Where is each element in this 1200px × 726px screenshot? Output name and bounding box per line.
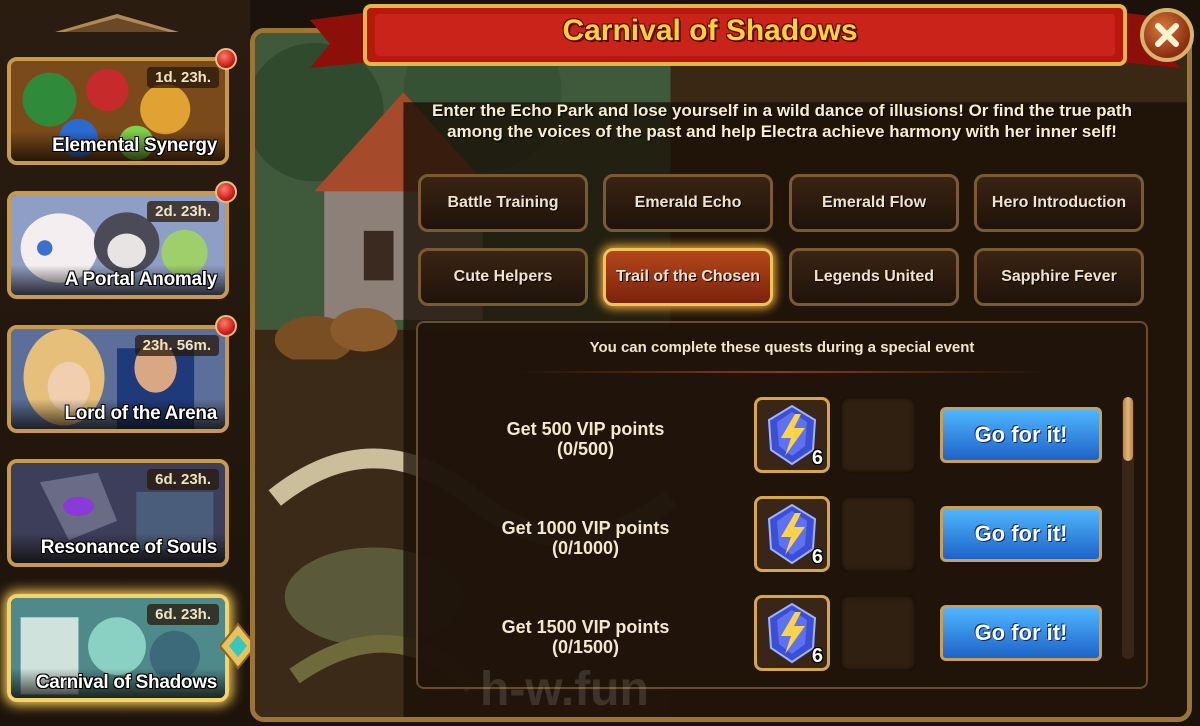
scrollbar-thumb[interactable] xyxy=(1123,397,1133,461)
go-for-it-button[interactable]: Go for it! xyxy=(940,605,1102,661)
quest-progress: (0/1000) xyxy=(551,538,620,558)
close-x-icon xyxy=(1155,23,1179,47)
reward-quantity: 6 xyxy=(811,645,823,667)
quest-title: Get 1000 VIP points xyxy=(501,518,670,538)
event-card-carnival-of-shadows[interactable]: 6d. 23h. Carnival of Shadows xyxy=(7,594,229,702)
watermark: h-w.fun xyxy=(480,663,649,716)
tab-emerald-echo[interactable]: Emerald Echo xyxy=(603,174,773,232)
quest-description: Get 1500 VIP points (0/1500) xyxy=(458,617,713,657)
go-for-it-button[interactable]: Go for it! xyxy=(940,407,1102,463)
event-title: Carnival of Shadows xyxy=(11,668,225,698)
notification-dot-icon xyxy=(215,315,237,337)
quest-list-header: You can complete these quests during a s… xyxy=(589,339,975,356)
quest-description: Get 1000 VIP points (0/1000) xyxy=(458,518,713,558)
scroll-up-arrow-icon[interactable] xyxy=(55,12,179,34)
close-button[interactable] xyxy=(1140,8,1194,62)
tab-trail-of-the-chosen[interactable]: Trail of the Chosen xyxy=(603,248,773,306)
tab-legends-united[interactable]: Legends United xyxy=(789,248,959,306)
reward-slot[interactable]: 6 xyxy=(754,595,830,671)
quest-description: Get 500 VIP points (0/500) xyxy=(458,419,713,459)
go-for-it-button[interactable]: Go for it! xyxy=(940,506,1102,562)
tab-hero-introduction[interactable]: Hero Introduction xyxy=(974,174,1144,232)
tab-sapphire-fever[interactable]: Sapphire Fever xyxy=(974,248,1144,306)
quest-progress: (0/500) xyxy=(556,439,615,459)
tab-cute-helpers[interactable]: Cute Helpers xyxy=(418,248,588,306)
notification-dot-icon xyxy=(215,48,237,70)
quest-row: Get 500 VIP points (0/500) 6 Go for it! xyxy=(418,397,1150,477)
event-card-a-portal-anomaly[interactable]: 2d. 23h. A Portal Anomaly xyxy=(7,191,229,299)
event-title: Elemental Synergy xyxy=(11,131,225,161)
event-timer: 1d. 23h. xyxy=(147,67,219,88)
event-timer: 2d. 23h. xyxy=(147,201,219,222)
header-divider xyxy=(518,371,1046,373)
quest-title: Get 1500 VIP points xyxy=(501,617,670,637)
event-timer: 23h. 56m. xyxy=(134,335,219,356)
event-card-lord-of-the-arena[interactable]: 23h. 56m. Lord of the Arena xyxy=(7,325,229,433)
event-timer: 6d. 23h. xyxy=(147,604,219,625)
event-timer: 6d. 23h. xyxy=(147,469,219,490)
event-title: Lord of the Arena xyxy=(11,399,225,429)
empty-reward-slot xyxy=(840,595,916,671)
notification-dot-icon xyxy=(215,181,237,203)
reward-quantity: 6 xyxy=(811,546,823,568)
reward-quantity: 6 xyxy=(811,447,823,469)
tab-emerald-flow[interactable]: Emerald Flow xyxy=(789,174,959,232)
event-description: Enter the Echo Park and lose yourself in… xyxy=(432,101,1132,141)
reward-slot[interactable]: 6 xyxy=(754,496,830,572)
panel-title: Carnival of Shadows xyxy=(562,14,858,47)
quest-progress: (0/1500) xyxy=(551,637,620,657)
event-card-resonance-of-souls[interactable]: 6d. 23h. Resonance of Souls xyxy=(7,459,229,567)
event-sidebar: 1d. 23h. Elemental Synergy 2d. 23h. A Po… xyxy=(0,0,256,726)
quest-row: Get 1000 VIP points (0/1000) 6 Go for it… xyxy=(418,496,1150,576)
reward-slot[interactable]: 6 xyxy=(754,397,830,473)
event-card-elemental-synergy[interactable]: 1d. 23h. Elemental Synergy xyxy=(7,57,229,165)
quest-title: Get 500 VIP points xyxy=(506,419,665,439)
empty-reward-slot xyxy=(840,397,916,473)
tab-battle-training[interactable]: Battle Training xyxy=(418,174,588,232)
quest-list: You can complete these quests during a s… xyxy=(416,321,1148,689)
empty-reward-slot xyxy=(840,496,916,572)
event-title: Resonance of Souls xyxy=(11,533,225,563)
event-title: A Portal Anomaly xyxy=(11,265,225,295)
quest-scrollbar[interactable] xyxy=(1122,397,1134,659)
